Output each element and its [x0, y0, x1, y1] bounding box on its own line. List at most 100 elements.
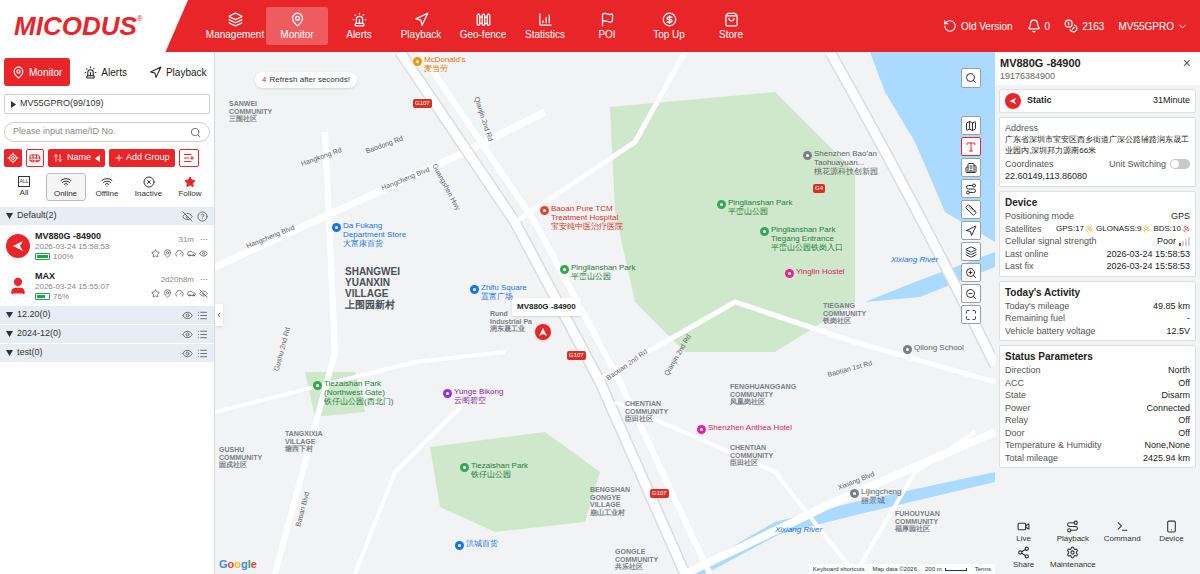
- map-label[interactable]: FUHOUYUANCOMMUNITY福厚园社区: [895, 510, 940, 533]
- group-header[interactable]: Default(2): [0, 207, 214, 225]
- eye-icon[interactable]: [199, 249, 208, 258]
- detail-action[interactable]: Maintenance: [1048, 546, 1097, 570]
- pin-icon[interactable]: [163, 289, 172, 298]
- list-icon[interactable]: [197, 310, 208, 321]
- locate-button[interactable]: [4, 149, 22, 167]
- map-tool-button[interactable]: [961, 200, 981, 219]
- map-tool-button[interactable]: [961, 284, 981, 303]
- device-menu[interactable]: ···: [200, 234, 208, 246]
- map-tool-button[interactable]: [961, 137, 981, 156]
- nav-item[interactable]: Geo-fence: [452, 7, 514, 45]
- notifications[interactable]: 0: [1027, 19, 1051, 34]
- unit-switch[interactable]: [1170, 159, 1190, 169]
- map-label[interactable]: CHENTIANCOMMUNITY臣田社区: [730, 444, 773, 467]
- eye-off-icon[interactable]: [182, 211, 193, 222]
- gauge-icon[interactable]: [175, 249, 184, 258]
- nav-item[interactable]: Monitor: [266, 7, 328, 45]
- terms-link[interactable]: Terms: [975, 564, 991, 574]
- car-icon[interactable]: [187, 289, 196, 298]
- device-row[interactable]: MV880G -849002026-03-24 15:58:53100%31m·…: [0, 226, 214, 266]
- eye-icon[interactable]: [182, 310, 193, 321]
- eye-icon[interactable]: [182, 329, 193, 340]
- map-label[interactable]: TIEGANGCOMMUNITY铁岗社区: [823, 302, 866, 325]
- group-header[interactable]: test(0): [0, 344, 214, 362]
- device-row[interactable]: MAX2026-03-24 15:55:0776%2d20h8m···: [0, 266, 214, 306]
- follow-icon[interactable]: [151, 249, 160, 258]
- shortcuts-link[interactable]: Keyboard shortcuts: [813, 564, 865, 574]
- map[interactable]: McDonald's麦当劳SANWEICOMMUNITY三围社区SHANGWEI…: [215, 52, 995, 574]
- panel-tab[interactable]: Monitor: [4, 58, 70, 86]
- status-filter[interactable]: Offline: [87, 173, 127, 201]
- map-label[interactable]: GUSHUCOMMUNITY固戍社区: [219, 446, 262, 469]
- map-tool-button[interactable]: [961, 305, 981, 324]
- account-select[interactable]: MV55GPRO(99/109): [4, 94, 210, 114]
- detail-action[interactable]: Live: [999, 520, 1048, 544]
- status-filter[interactable]: Inactive: [129, 173, 169, 201]
- detail-action[interactable]: Device: [1147, 520, 1196, 544]
- map-label[interactable]: Shenzhen Anthea Hotel: [697, 424, 792, 434]
- device-type-button[interactable]: [26, 149, 44, 167]
- collapse-panel-button[interactable]: [215, 304, 223, 326]
- sort-button[interactable]: Name: [48, 149, 105, 167]
- detail-action[interactable]: Share: [999, 546, 1048, 570]
- nav-item[interactable]: Playback: [390, 7, 452, 45]
- map-search-button[interactable]: [961, 68, 981, 88]
- map-label[interactable]: SANWEICOMMUNITY三围社区: [229, 100, 272, 123]
- eye-off-icon[interactable]: [199, 289, 208, 298]
- group-header[interactable]: 12.20(0): [0, 306, 214, 324]
- map-label[interactable]: TANGXIXIAVILLAGE塘西下村: [285, 430, 323, 453]
- map-label[interactable]: Yunge Bikong云阁碧空: [443, 388, 503, 406]
- map-tool-button[interactable]: [961, 116, 981, 135]
- map-label[interactable]: Tiezaishan Park铁仔山公园: [460, 462, 528, 480]
- map-label[interactable]: Qilong School: [903, 344, 964, 354]
- nav-item[interactable]: POI: [576, 7, 638, 45]
- device-menu[interactable]: ···: [200, 274, 208, 286]
- map-label[interactable]: Pinglianshan ParkTiegang Entrance平峦山公园铁岗…: [760, 226, 843, 252]
- map-label[interactable]: GONGLECOMMUNITY共乐社区: [615, 548, 658, 571]
- eye-icon[interactable]: [182, 348, 193, 359]
- follow-icon[interactable]: [151, 289, 160, 298]
- logo[interactable]: MICODUS®: [0, 0, 188, 52]
- vehicle-marker[interactable]: [535, 324, 551, 340]
- nav-item[interactable]: Statistics: [514, 7, 576, 45]
- nav-item[interactable]: Management: [204, 7, 266, 45]
- map-label[interactable]: FENGHUANGGANGCOMMUNITY凤凰岗社区: [730, 383, 796, 406]
- old-version-link[interactable]: Old Version: [943, 19, 1013, 34]
- pin-icon[interactable]: [163, 249, 172, 258]
- coins[interactable]: 2163: [1064, 19, 1104, 34]
- map-label[interactable]: Shenzhen Bao'anTaohuayuan...桃花源科技创新园: [803, 150, 878, 176]
- help-icon[interactable]: [197, 211, 208, 222]
- nav-item[interactable]: Top Up: [638, 7, 700, 45]
- list-icon[interactable]: [197, 348, 208, 359]
- map-label[interactable]: Baoan Pure TCMTreatment Hospital宝安纯中医治疗医…: [540, 205, 623, 231]
- map-tool-button[interactable]: [961, 158, 981, 177]
- status-filter[interactable]: ALLAll: [4, 173, 44, 201]
- account-menu[interactable]: MV55GPRO: [1118, 19, 1188, 34]
- map-label[interactable]: Xixiang River: [891, 256, 938, 265]
- map-label[interactable]: CHENTIANCOMMUNITY臣田社区: [625, 400, 668, 423]
- panel-tab[interactable]: Playback: [141, 58, 215, 86]
- map-label[interactable]: 洪城百货: [455, 540, 498, 550]
- list-icon[interactable]: [197, 329, 208, 340]
- map-tool-button[interactable]: [961, 179, 981, 198]
- gauge-icon[interactable]: [175, 289, 184, 298]
- map-label[interactable]: BENGSHANGONGYEVILLAGE崩山工业村: [590, 486, 630, 517]
- group-header[interactable]: 2024-12(0): [0, 325, 214, 343]
- nav-item[interactable]: Alerts: [328, 7, 390, 45]
- detail-action[interactable]: Command: [1098, 520, 1147, 544]
- coordinates[interactable]: 22.60149,113.86080: [1005, 170, 1190, 182]
- search-input[interactable]: [13, 125, 190, 139]
- status-filter[interactable]: Online: [46, 173, 86, 201]
- status-filter[interactable]: Follow: [170, 173, 210, 201]
- map-label[interactable]: Pinglianshan Park平峦山公园: [717, 199, 792, 217]
- panel-tab[interactable]: Alerts: [76, 58, 135, 86]
- device-search[interactable]: [4, 122, 210, 142]
- add-group-button[interactable]: Add Group: [109, 149, 175, 167]
- map-label[interactable]: Yinglin Hostel: [785, 268, 845, 278]
- group-settings-button[interactable]: [179, 149, 199, 167]
- map-label[interactable]: Da FukangDepartment Store大富康百货: [332, 222, 406, 248]
- map-label[interactable]: Tiezaishan Park(Northwest Gate)铁仔山公园(西北门…: [313, 380, 393, 406]
- close-button[interactable]: ×: [1179, 56, 1195, 70]
- map-label[interactable]: Pinglianshan Park平峦山公园: [560, 264, 635, 282]
- nav-item[interactable]: Store: [700, 7, 762, 45]
